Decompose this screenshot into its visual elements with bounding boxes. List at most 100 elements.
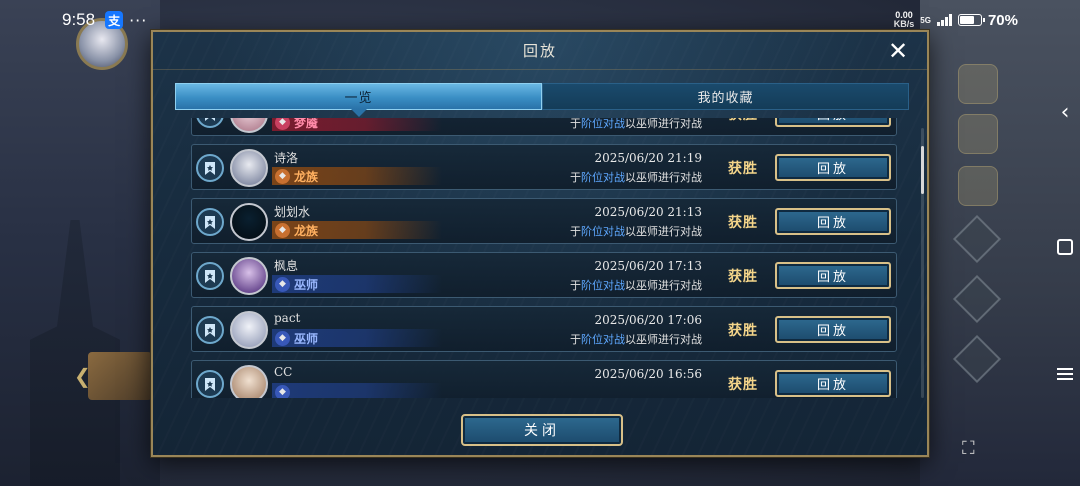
opponent-name: pact: [274, 311, 301, 325]
battery-icon: [957, 14, 985, 26]
tab-overview[interactable]: 一览: [175, 83, 542, 117]
class-icon: ◆: [275, 118, 290, 130]
replay-row: 枫息 ◆ 巫师 2025/06/20 17:13 于阶位对战以巫师进行对战 获胜…: [191, 252, 897, 298]
class-band: ◆: [272, 383, 442, 398]
bookmark-button[interactable]: [196, 316, 224, 344]
match-date: 2025/06/20 17:06: [594, 313, 702, 327]
match-result: 获胜: [728, 323, 758, 339]
network-speed: 0.00 KB/s: [894, 11, 915, 29]
close-icon[interactable]: ✕: [885, 38, 911, 64]
match-mode: 阶位对战: [581, 225, 625, 238]
scroll-thumb[interactable]: [921, 145, 924, 194]
replay-list[interactable]: ◆ 梦魇 于阶位对战以巫师进行对战 获胜 回放 诗洛 ◆ 龙族 2025/06/…: [191, 118, 897, 398]
scroll-icon: [958, 166, 998, 206]
network-speed-unit: KB/s: [893, 19, 915, 29]
match-result: 获胜: [728, 118, 758, 124]
class-band: ◆ 巫师: [272, 329, 442, 347]
class-label: 龙族: [294, 223, 319, 238]
class-icon: ◆: [275, 330, 290, 346]
match-desc-prefix: 于: [570, 333, 581, 346]
bookmark-icon: [205, 377, 215, 391]
dialog-header: 回放 ✕: [153, 32, 927, 70]
match-date: 2025/06/20 21:13: [594, 205, 702, 219]
scrollbar[interactable]: [921, 128, 924, 398]
class-icon: ◆: [275, 276, 290, 292]
bookmark-button[interactable]: [196, 118, 224, 128]
bookmark-button[interactable]: [196, 208, 224, 236]
match-desc-prefix: 于: [570, 225, 581, 238]
opponent-avatar: [230, 149, 268, 187]
gift-icon: [958, 114, 998, 154]
fullscreen-icon[interactable]: ⛶: [962, 438, 975, 459]
bookmark-button[interactable]: [196, 262, 224, 290]
class-label: 巫师: [294, 331, 319, 346]
match-desc-suffix: 以巫师进行对战: [625, 118, 702, 130]
menu-icon[interactable]: [1057, 368, 1073, 380]
home-icon[interactable]: [1057, 238, 1073, 255]
match-mode: 阶位对战: [581, 171, 625, 184]
match-result: 获胜: [728, 269, 758, 285]
class-band: ◆ 龙族: [272, 167, 442, 185]
battery-fill: [959, 16, 974, 24]
class-icon: ◆: [275, 168, 290, 184]
replay-button[interactable]: 回放: [775, 316, 891, 343]
match-desc-prefix: 于: [570, 279, 581, 292]
close-button[interactable]: 关闭: [461, 414, 623, 446]
match-desc-suffix: 以巫师进行对战: [625, 279, 702, 292]
match-desc-suffix: 以巫师进行对战: [625, 333, 702, 346]
signal-icon: [936, 14, 952, 26]
match-description: 于阶位对战以巫师进行对战: [570, 331, 702, 347]
bookmark-icon: [205, 215, 215, 229]
alipay-icon: 支: [105, 11, 124, 29]
network-type: 5G: [920, 15, 931, 25]
opponent-avatar: [230, 311, 268, 349]
replay-button[interactable]: 回放: [775, 208, 891, 235]
match-date: 2025/06/20 16:56: [594, 367, 702, 381]
match-description: 于阶位对战以巫师进行对战: [570, 169, 702, 185]
replay-list-track: ◆ 梦魇 于阶位对战以巫师进行对战 获胜 回放 诗洛 ◆ 龙族 2025/06/…: [191, 118, 897, 398]
replay-row: pact ◆ 巫师 2025/06/20 17:06 于阶位对战以巫师进行对战 …: [191, 306, 897, 352]
match-date: 2025/06/20 17:13: [594, 259, 702, 273]
bookmark-icon: [205, 269, 215, 283]
replay-row: ◆ 梦魇 于阶位对战以巫师进行对战 获胜 回放: [191, 118, 897, 136]
replay-dialog: 回放 ✕ 一览 我的收藏 ◆ 梦魇 于阶位对战以巫师进行对战 获胜 回放: [151, 30, 929, 457]
dialog-title: 回放: [522, 42, 557, 60]
opponent-name: 划划水: [274, 205, 311, 219]
chevron-left-icon: ❮: [74, 364, 91, 388]
battery-percent: 70%: [987, 11, 1018, 29]
background-card: [88, 352, 152, 400]
match-mode: 阶位对战: [581, 118, 625, 130]
match-desc-prefix: 于: [570, 118, 581, 130]
bookmark-button[interactable]: [196, 154, 224, 182]
bookmark-button[interactable]: [196, 370, 224, 398]
match-desc-suffix: 以巫师进行对战: [625, 171, 702, 184]
bookmark-icon: [205, 161, 215, 175]
class-label: 巫师: [294, 277, 319, 292]
class-label: 龙族: [294, 169, 319, 184]
match-description: 于阶位对战以巫师进行对战: [570, 223, 702, 239]
match-desc-prefix: 于: [570, 171, 581, 184]
status-indicators: 0.00 KB/s 5G 70%: [894, 11, 1018, 29]
opponent-name: 诗洛: [274, 151, 299, 165]
class-icon: ◆: [275, 222, 290, 238]
opponent-avatar: [230, 118, 268, 133]
replay-button[interactable]: 回放: [775, 370, 891, 397]
bookmark-icon: [205, 323, 215, 337]
match-result: 获胜: [728, 377, 758, 393]
match-mode: 阶位对战: [581, 333, 625, 346]
replay-button[interactable]: 回放: [775, 262, 891, 289]
opponent-avatar: [230, 365, 268, 398]
replay-row: CC ◆ 2025/06/20 16:56 获胜 回放: [191, 360, 897, 398]
tab-my-favorites[interactable]: 我的收藏: [542, 83, 909, 110]
bookmark-icon: [205, 118, 215, 121]
back-icon[interactable]: ‹: [1061, 100, 1070, 125]
replay-button[interactable]: 回放: [775, 118, 891, 127]
replay-button[interactable]: 回放: [775, 154, 891, 181]
navigation-bar: ‹: [1050, 100, 1080, 380]
tab-bar: 一览 我的收藏: [175, 83, 909, 117]
match-description: 于阶位对战以巫师进行对战: [570, 118, 702, 131]
more-icon: ···: [129, 10, 148, 30]
opponent-avatar: [230, 203, 268, 241]
class-band: ◆ 巫师: [272, 275, 442, 293]
status-time: 9:58: [62, 10, 96, 29]
